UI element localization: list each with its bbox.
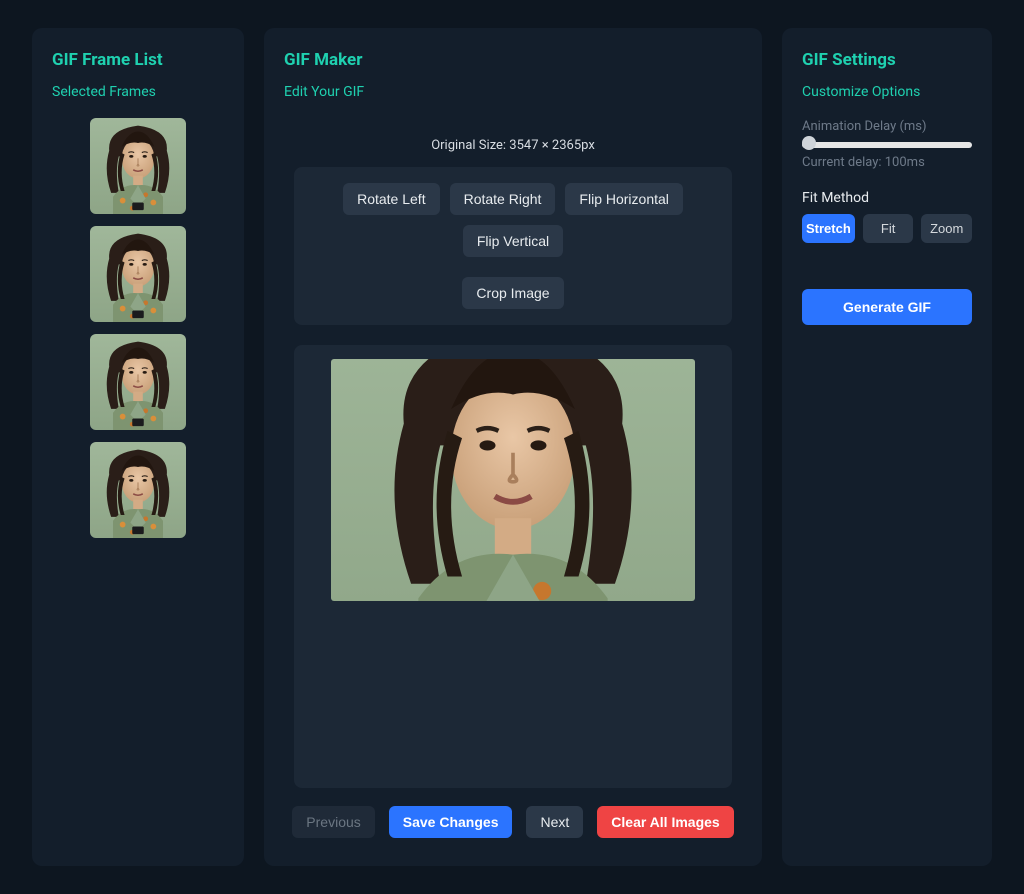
rotate-left-button[interactable]: Rotate Left: [343, 183, 440, 215]
previous-button[interactable]: Previous: [292, 806, 374, 838]
editor-panel: GIF Maker Edit Your GIF Original Size: 3…: [264, 28, 762, 866]
frame-thumbnail[interactable]: [90, 226, 186, 322]
frame-list: [52, 118, 224, 538]
edit-toolbar: Rotate Left Rotate Right Flip Horizontal…: [294, 167, 732, 325]
clear-all-button[interactable]: Clear All Images: [597, 806, 733, 838]
editor-title: GIF Maker: [284, 50, 742, 70]
bottom-actions: Previous Save Changes Next Clear All Ima…: [284, 806, 742, 844]
settings-panel: GIF Settings Customize Options Animation…: [782, 28, 992, 866]
fit-option-zoom[interactable]: Zoom: [921, 214, 972, 243]
current-delay-text: Current delay: 100ms: [802, 155, 925, 170]
frame-thumbnail[interactable]: [90, 442, 186, 538]
delay-setting: Animation Delay (ms) Current delay: 100m…: [802, 118, 972, 170]
delay-slider[interactable]: [802, 142, 972, 148]
preview-image: [331, 359, 695, 601]
preview-area: [294, 345, 732, 788]
fit-option-fit[interactable]: Fit: [863, 214, 914, 243]
frame-thumbnail[interactable]: [90, 118, 186, 214]
frame-list-subtitle: Selected Frames: [52, 84, 224, 100]
original-size-label: Original Size: 3547 × 2365px: [284, 138, 742, 153]
generate-gif-button[interactable]: Generate GIF: [802, 289, 972, 325]
rotate-right-button[interactable]: Rotate Right: [450, 183, 556, 215]
delay-label: Animation Delay (ms): [802, 119, 927, 134]
frame-list-title: GIF Frame List: [52, 50, 224, 70]
next-button[interactable]: Next: [526, 806, 583, 838]
flip-vertical-button[interactable]: Flip Vertical: [463, 225, 563, 257]
save-changes-button[interactable]: Save Changes: [389, 806, 513, 838]
frame-list-panel: GIF Frame List Selected Frames: [32, 28, 244, 866]
settings-title: GIF Settings: [802, 50, 972, 70]
settings-subtitle: Customize Options: [802, 84, 972, 100]
editor-subtitle: Edit Your GIF: [284, 84, 742, 100]
fit-option-stretch[interactable]: Stretch: [802, 214, 855, 243]
fit-method-label: Fit Method: [802, 190, 972, 206]
crop-image-button[interactable]: Crop Image: [462, 277, 563, 309]
flip-horizontal-button[interactable]: Flip Horizontal: [565, 183, 682, 215]
fit-method-setting: Fit Method Stretch Fit Zoom: [802, 190, 972, 243]
frame-thumbnail[interactable]: [90, 334, 186, 430]
